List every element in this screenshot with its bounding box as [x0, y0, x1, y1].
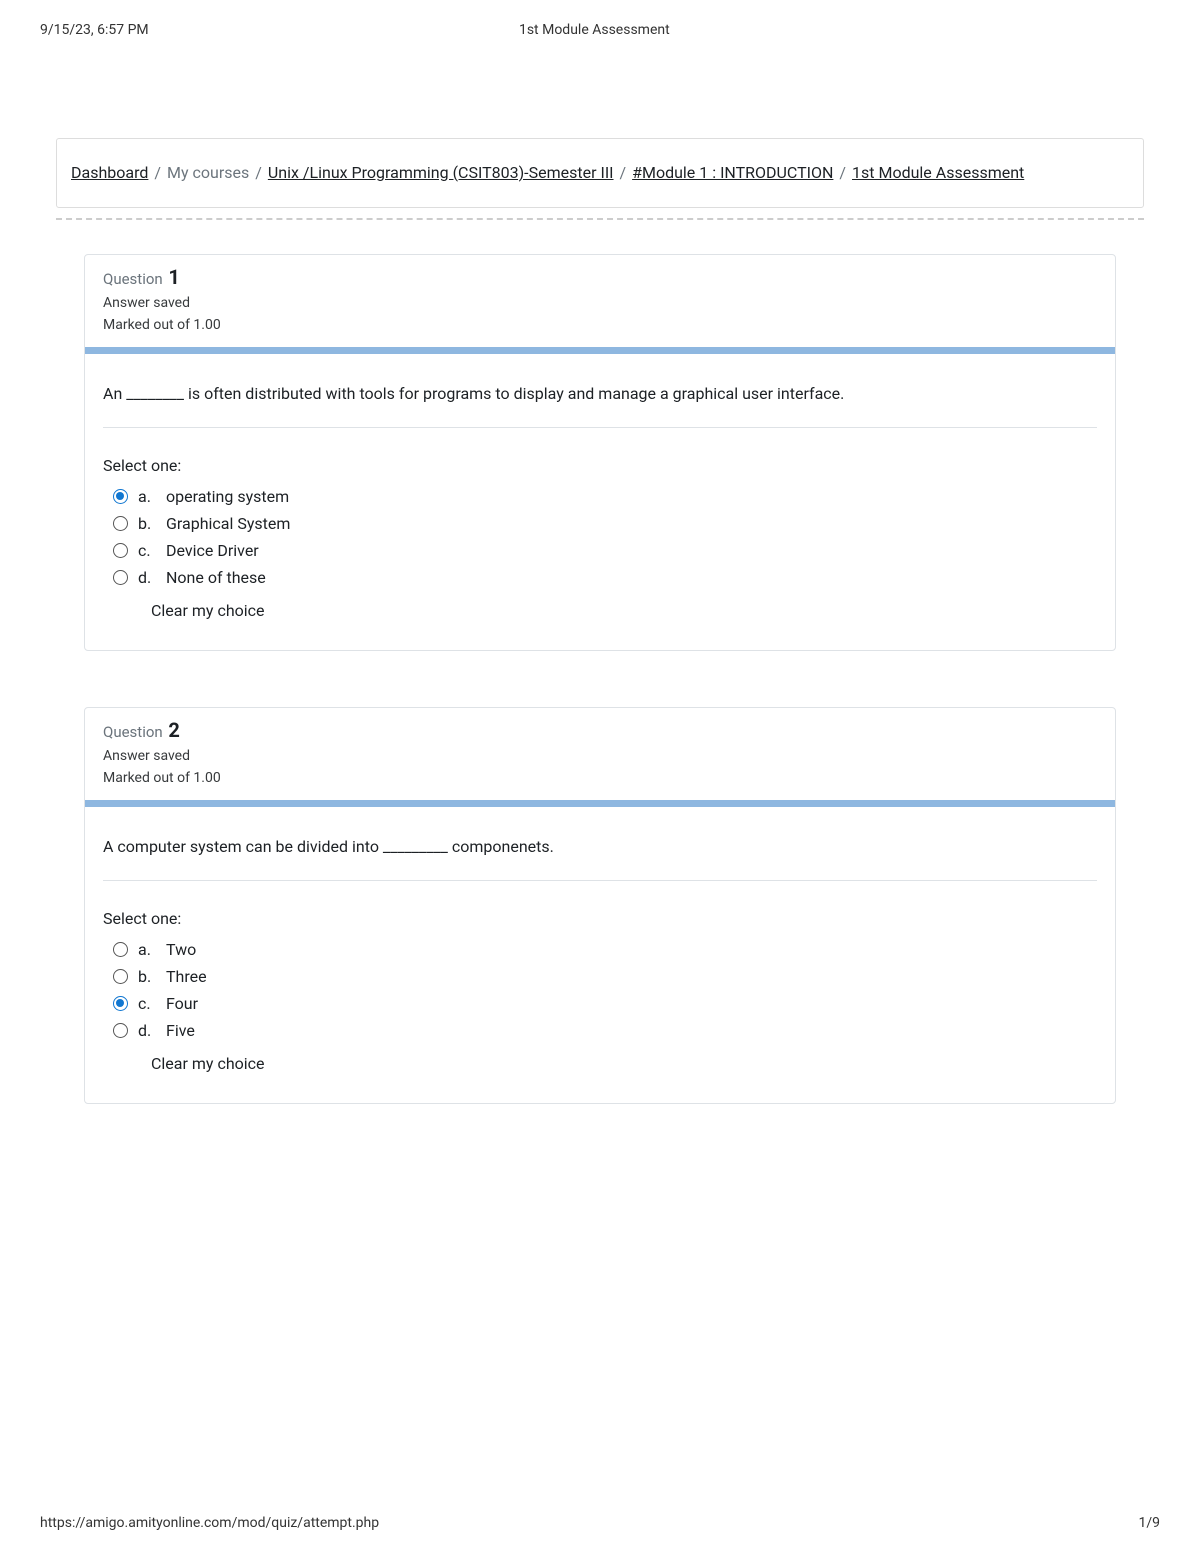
breadcrumb-link[interactable]: Unix /Linux Programming (CSIT803)-Semest… — [268, 163, 614, 182]
question-body: An ________ is often distributed with to… — [85, 354, 1115, 650]
option-letter: a. — [138, 940, 166, 959]
question-header: Question 2 Answer saved Marked out of 1.00 — [85, 708, 1115, 800]
option-radio[interactable] — [113, 489, 128, 504]
option-label: operating system — [166, 487, 289, 506]
option-row[interactable]: a.operating system — [103, 483, 1097, 510]
question-number: 1 — [168, 265, 179, 289]
option-row[interactable]: a.Two — [103, 936, 1097, 963]
print-page-number: 1/9 — [1138, 1515, 1160, 1531]
print-timestamp: 9/15/23, 6:57 PM — [40, 22, 149, 38]
print-title: 1st Module Assessment — [519, 22, 670, 38]
question-title: Question 2 — [103, 718, 1097, 742]
option-letter: c. — [138, 994, 166, 1013]
option-radio[interactable] — [113, 570, 128, 585]
dashed-divider — [56, 218, 1144, 220]
option-radio[interactable] — [113, 942, 128, 957]
option-label: Device Driver — [166, 541, 259, 560]
question-card: Question 2 Answer saved Marked out of 1.00… — [84, 707, 1116, 1104]
print-footer: https://amigo.amityonline.com/mod/quiz/a… — [0, 1515, 1200, 1553]
option-label: None of these — [166, 568, 266, 587]
breadcrumb-separator: / — [833, 163, 852, 182]
option-row[interactable]: b.Graphical System — [103, 510, 1097, 537]
breadcrumb-separator: / — [249, 163, 268, 182]
question-grade: Marked out of 1.00 — [103, 317, 1097, 333]
question-body: A computer system can be divided into __… — [85, 807, 1115, 1103]
select-one-label: Select one: — [103, 909, 1097, 928]
option-row[interactable]: c.Device Driver — [103, 537, 1097, 564]
option-radio[interactable] — [113, 969, 128, 984]
print-header: 9/15/23, 6:57 PM 1st Module Assessment — [0, 0, 1200, 46]
question-number: 2 — [168, 718, 179, 742]
question-state: Answer saved — [103, 295, 1097, 311]
option-label: Three — [166, 967, 207, 986]
question-divider — [85, 347, 1115, 354]
option-letter: b. — [138, 967, 166, 986]
clear-choice-link[interactable]: Clear my choice — [151, 601, 1097, 620]
breadcrumb-link[interactable]: 1st Module Assessment — [852, 163, 1024, 182]
option-radio[interactable] — [113, 516, 128, 531]
question-text: An ________ is often distributed with to… — [103, 384, 1097, 428]
option-letter: d. — [138, 568, 166, 587]
question-title: Question 1 — [103, 265, 1097, 289]
option-row[interactable]: d.None of these — [103, 564, 1097, 591]
question-text: A computer system can be divided into __… — [103, 837, 1097, 881]
question-card: Question 1 Answer saved Marked out of 1.00… — [84, 254, 1116, 651]
option-radio[interactable] — [113, 996, 128, 1011]
breadcrumb-box: Dashboard/My courses/Unix /Linux Program… — [56, 138, 1144, 208]
question-divider — [85, 800, 1115, 807]
breadcrumb-separator: / — [614, 163, 633, 182]
breadcrumb-link[interactable]: Dashboard — [71, 163, 148, 182]
option-row[interactable]: c.Four — [103, 990, 1097, 1017]
clear-choice-link[interactable]: Clear my choice — [151, 1054, 1097, 1073]
option-label: Two — [166, 940, 196, 959]
options-list: a.Twob.Threec.Fourd.Five — [103, 936, 1097, 1044]
question-state: Answer saved — [103, 748, 1097, 764]
option-label: Five — [166, 1021, 195, 1040]
option-radio[interactable] — [113, 543, 128, 558]
breadcrumb-link[interactable]: #Module 1 : INTRODUCTION — [632, 163, 833, 182]
select-one-label: Select one: — [103, 456, 1097, 475]
option-letter: c. — [138, 541, 166, 560]
print-url: https://amigo.amityonline.com/mod/quiz/a… — [40, 1515, 379, 1531]
option-letter: d. — [138, 1021, 166, 1040]
option-letter: b. — [138, 514, 166, 533]
breadcrumb-text: My courses — [167, 163, 249, 182]
option-label: Four — [166, 994, 198, 1013]
option-row[interactable]: d.Five — [103, 1017, 1097, 1044]
options-list: a.operating systemb.Graphical Systemc.De… — [103, 483, 1097, 591]
option-letter: a. — [138, 487, 166, 506]
question-header: Question 1 Answer saved Marked out of 1.00 — [85, 255, 1115, 347]
breadcrumb-separator: / — [148, 163, 167, 182]
option-label: Graphical System — [166, 514, 290, 533]
breadcrumb: Dashboard/My courses/Unix /Linux Program… — [71, 157, 1129, 189]
question-grade: Marked out of 1.00 — [103, 770, 1097, 786]
option-radio[interactable] — [113, 1023, 128, 1038]
option-row[interactable]: b.Three — [103, 963, 1097, 990]
